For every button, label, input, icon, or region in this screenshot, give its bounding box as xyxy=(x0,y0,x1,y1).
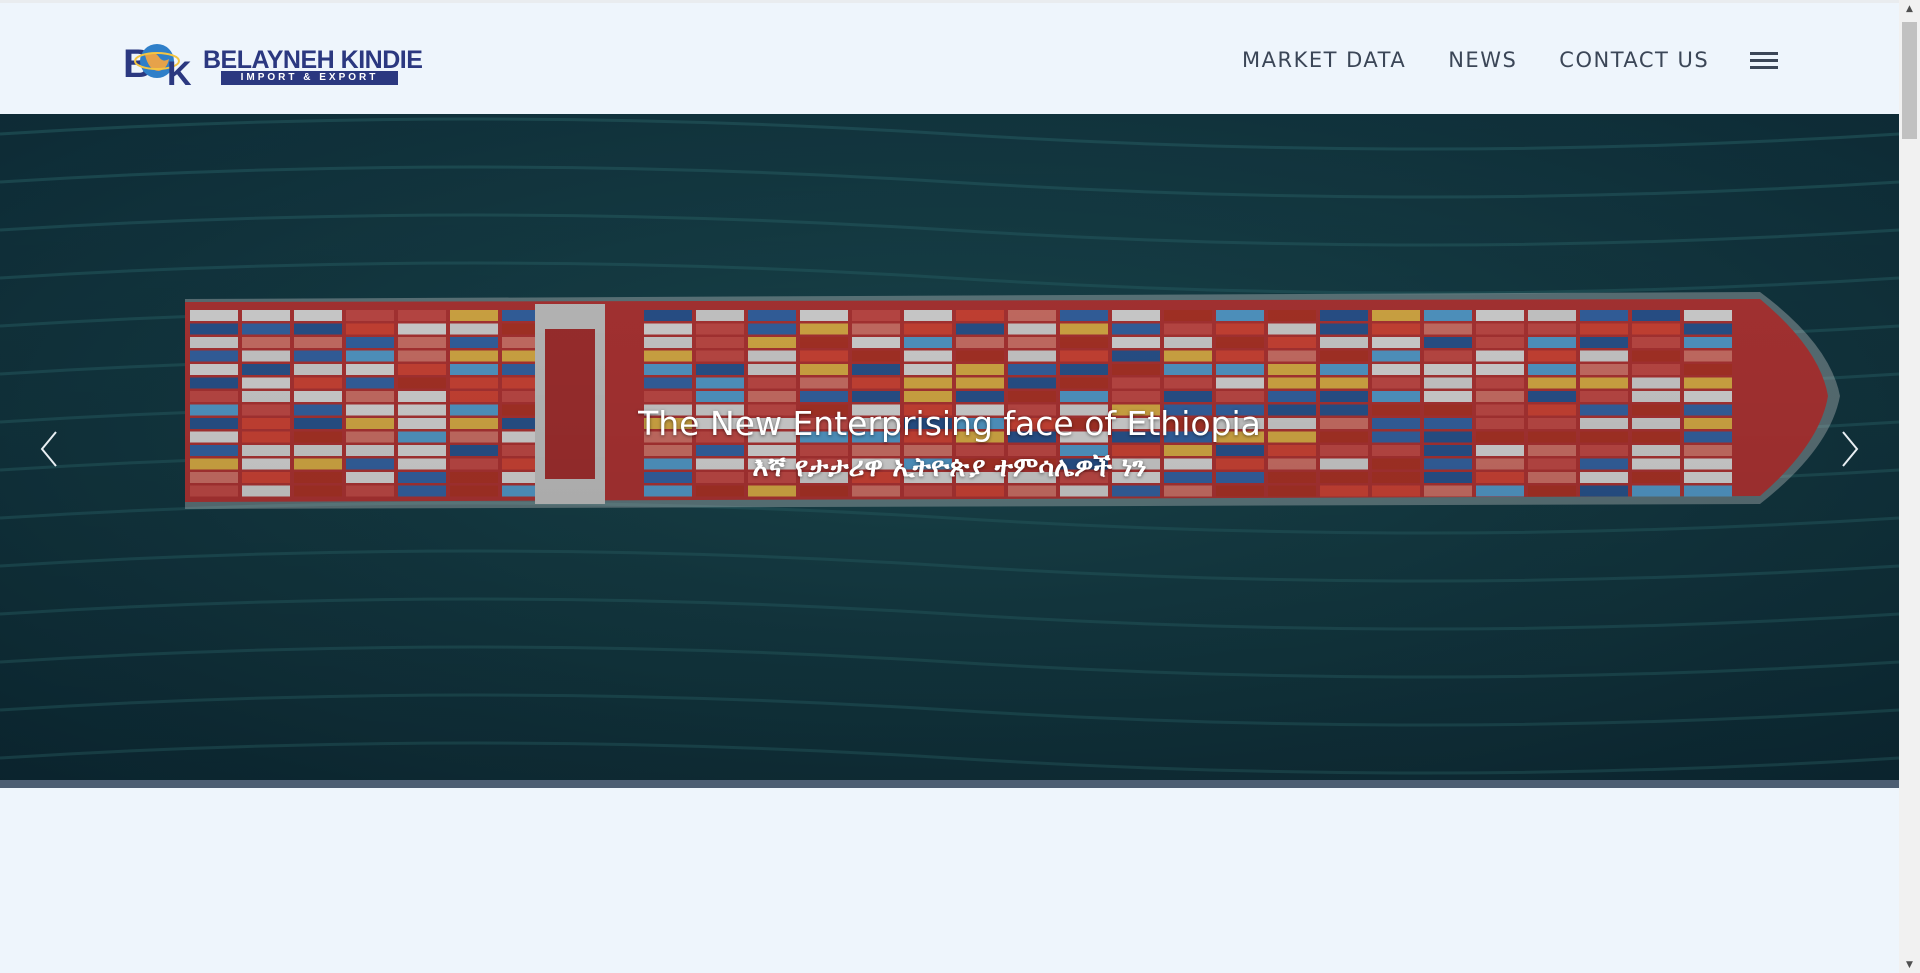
chevron-right-icon[interactable] xyxy=(1829,424,1869,474)
nav-contact-us[interactable]: CONTACT US xyxy=(1559,48,1709,72)
main-nav: MARKET DATA NEWS CONTACT US xyxy=(1242,45,1779,75)
hero-bottom-bar xyxy=(0,780,1899,788)
hero-subtitle: እኛ የታታሪዋ ኢትዮጵያ ተምሳሌዎች ነን xyxy=(752,452,1147,483)
hero-slider: The New Enterprising face of Ethiopia እኛ… xyxy=(0,114,1899,781)
site-header: B K BELAYNEH KINDIE IMPORT & EXPORT MARK… xyxy=(0,3,1899,113)
nav-market-data[interactable]: MARKET DATA xyxy=(1242,48,1406,72)
hamburger-menu-icon[interactable] xyxy=(1750,49,1779,71)
chevron-left-icon[interactable] xyxy=(30,424,70,474)
hero-title: The New Enterprising face of Ethiopia xyxy=(638,404,1261,443)
hero-caption: The New Enterprising face of Ethiopia እኛ… xyxy=(0,401,1899,489)
vertical-scrollbar[interactable]: ▲ ▼ xyxy=(1899,0,1920,973)
brand-logo-mark: B K xyxy=(123,42,192,89)
svg-text:K: K xyxy=(167,55,192,89)
nav-news[interactable]: NEWS xyxy=(1448,48,1517,72)
scrollbar-thumb[interactable] xyxy=(1902,22,1917,139)
scroll-down-arrow-icon[interactable]: ▼ xyxy=(1899,956,1920,973)
scroll-up-arrow-icon[interactable]: ▲ xyxy=(1899,0,1920,17)
brand-logo[interactable]: B K BELAYNEH KINDIE IMPORT & EXPORT xyxy=(123,37,423,89)
brand-tagline: IMPORT & EXPORT xyxy=(221,71,398,85)
